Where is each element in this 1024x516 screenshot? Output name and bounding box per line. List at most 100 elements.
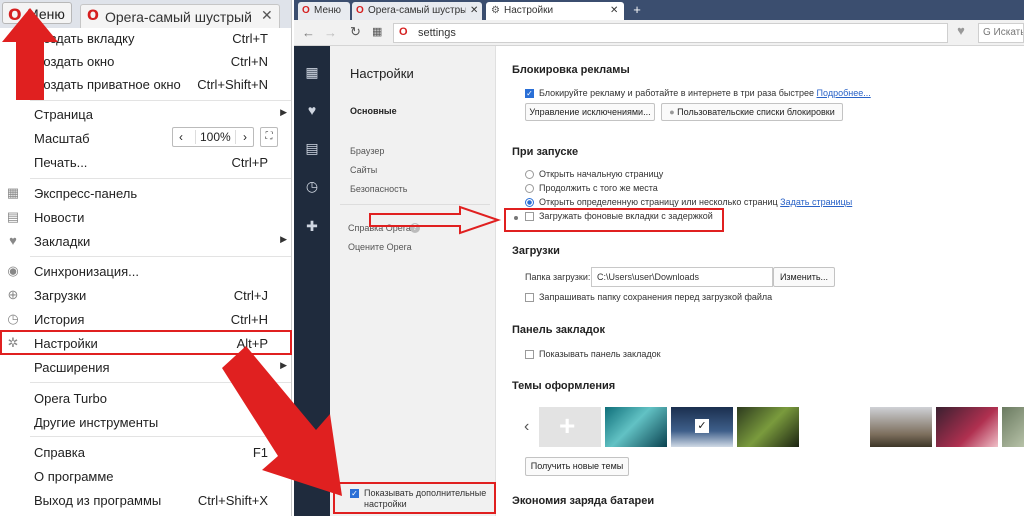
url-text: settings — [418, 27, 456, 39]
checkmark-icon: ✓ — [695, 419, 709, 433]
settings-nav: Настройки Основные Браузер Сайты Безопас… — [330, 46, 496, 516]
left-browser-tab[interactable]: O Opera-самый шустрый и д... ✕ — [80, 4, 280, 28]
adblock-checkbox[interactable]: ✓ — [525, 89, 534, 98]
menu-item-bookmarks[interactable]: ♥ Закладки ▶ — [0, 231, 291, 253]
nav-item-help[interactable]: Справка Opera — [348, 223, 411, 233]
ask-folder-checkbox[interactable] — [525, 293, 534, 302]
menu-separator — [30, 382, 291, 383]
menu-item-shortcut: Ctrl+P — [231, 155, 268, 170]
nav-item-basic[interactable]: Основные — [350, 106, 397, 116]
user-icon: ◉ — [7, 263, 19, 278]
menu-item-sync[interactable]: ◉ Синхронизация... — [0, 261, 291, 283]
menu-item-label: Opera Turbo — [34, 391, 107, 406]
opera-menu-window: O Меню O Opera-самый шустрый и д... ✕ Со… — [0, 0, 292, 516]
zoom-in-icon[interactable]: › — [243, 130, 247, 144]
startup-radio-specific[interactable] — [525, 198, 534, 207]
theme-tile[interactable] — [936, 407, 998, 447]
tab-settings[interactable]: ⚙ Настройки ✕ — [486, 2, 624, 20]
menu-item-downloads[interactable]: ⊕ Загрузки Ctrl+J — [0, 285, 291, 307]
back-icon[interactable]: ← — [302, 25, 315, 40]
url-input[interactable]: O settings — [393, 23, 948, 43]
menu-item-page[interactable]: Страница ▶ — [0, 104, 291, 126]
extensions-puzzle-icon[interactable]: ✚ — [303, 218, 321, 236]
download-folder-input[interactable]: C:\Users\user\Downloads — [591, 267, 773, 287]
custom-block-lists-button[interactable]: ● Пользовательские списки блокировки — [661, 103, 843, 121]
menu-item-help[interactable]: Справка F1 — [0, 442, 291, 464]
opera-menu-button[interactable]: O Меню — [2, 2, 72, 24]
menu-item-exit[interactable]: Выход из программы Ctrl+Shift+X — [0, 490, 291, 512]
theme-tile[interactable] — [1002, 407, 1024, 447]
close-tab-icon[interactable]: ✕ — [261, 7, 273, 24]
menu-item-history[interactable]: ◷ История Ctrl+H — [0, 309, 291, 331]
startup-option-label: Открыть начальную страницу — [539, 169, 664, 179]
startup-radio-home[interactable] — [525, 170, 534, 179]
nav-separator — [340, 204, 490, 205]
menu-item-new-tab[interactable]: Создать вкладку Ctrl+T — [0, 28, 291, 50]
search-input[interactable]: G Искать в G — [978, 23, 1024, 43]
theme-add-tile[interactable]: + — [539, 407, 601, 447]
speed-dial-icon[interactable]: ▦ — [303, 64, 321, 82]
screenshot-root: O Меню O Opera-самый шустрый и д... ✕ Со… — [0, 0, 1024, 516]
theme-tile[interactable] — [605, 407, 667, 447]
help-icon: ? — [410, 223, 420, 233]
menu-item-label: Справка — [34, 445, 85, 460]
menu-item-new-window[interactable]: Создать окно Ctrl+N — [0, 51, 291, 73]
adblock-label: Блокируйте рекламу и работайте в интерне… — [539, 88, 871, 98]
forward-icon[interactable]: → — [324, 25, 337, 40]
menu-item-print[interactable]: Печать... Ctrl+P — [0, 152, 291, 174]
menu-item-label: Новости — [34, 210, 85, 225]
menu-item-extensions[interactable]: Расширения ▶ — [0, 357, 291, 379]
speed-dial-icon[interactable]: ▦ — [372, 25, 382, 38]
startup-option-label: Открыть определенную страницу или нескол… — [539, 197, 853, 207]
menu-item-new-private-window[interactable]: Создать приватное окно Ctrl+Shift+N — [0, 74, 291, 96]
nav-item-browser[interactable]: Браузер — [350, 146, 384, 156]
opera-logo-icon: O — [356, 5, 364, 16]
zoom-out-icon[interactable]: ‹ — [179, 130, 183, 144]
tab-menu[interactable]: O Меню — [298, 2, 350, 20]
menu-item-label: Печать... — [34, 155, 88, 170]
menu-item-other-tools[interactable]: Другие инструменты — [0, 412, 291, 434]
menu-item-news[interactable]: ▤ Новости — [0, 207, 291, 229]
chevron-left-icon[interactable]: ‹ — [524, 418, 529, 436]
startup-radio-continue[interactable] — [525, 184, 534, 193]
zoom-control: ‹ 100% › — [172, 127, 254, 147]
nav-item-rate-opera[interactable]: Оцените Opera — [348, 242, 412, 252]
menu-item-about[interactable]: О программе — [0, 466, 291, 488]
menu-item-shortcut: Ctrl+J — [233, 288, 268, 303]
manage-exceptions-button[interactable]: Управление исключениями... — [525, 103, 655, 121]
menu-item-zoom: Масштаб ‹ 100% › ⛶ — [0, 127, 291, 150]
theme-tile[interactable] — [870, 407, 932, 447]
fullscreen-icon[interactable]: ⛶ — [260, 127, 278, 147]
show-bookmarks-bar-checkbox[interactable] — [525, 350, 534, 359]
heart-icon[interactable]: ♥ — [303, 102, 321, 120]
menu-item-shortcut: Ctrl+T — [232, 31, 268, 46]
tab-opera-page[interactable]: O Opera-самый шустрый и... ✕ — [352, 2, 482, 20]
set-pages-link[interactable]: Задать страницы — [780, 197, 852, 207]
show-bookmarks-bar-label: Показывать панель закладок — [539, 349, 661, 359]
nav-item-security[interactable]: Безопасность — [350, 184, 407, 194]
clock-icon[interactable]: ◷ — [303, 178, 321, 196]
close-tab-icon[interactable]: ✕ — [470, 5, 478, 16]
menu-item-speed-dial[interactable]: ▦ Экспресс-панель — [0, 183, 291, 205]
menu-item-label: Выход из программы — [34, 493, 162, 508]
nav-item-sites[interactable]: Сайты — [350, 165, 377, 175]
reload-icon[interactable]: ↻ — [350, 24, 361, 40]
change-folder-button[interactable]: Изменить... — [773, 267, 835, 287]
opera-logo-icon: O — [399, 26, 408, 38]
menu-item-label: Синхронизация... — [34, 264, 140, 279]
theme-tile[interactable] — [737, 407, 799, 447]
bookmarks-bar-heading: Панель закладок — [512, 324, 605, 336]
close-tab-icon[interactable]: ✕ — [610, 5, 618, 16]
news-icon[interactable]: ▤ — [303, 140, 321, 158]
menu-item-opera-turbo[interactable]: Opera Turbo — [0, 388, 291, 410]
new-tab-icon[interactable]: + — [630, 3, 644, 17]
tab-bar: O Меню O Opera-самый шустрый и... ✕ ⚙ На… — [294, 0, 1024, 20]
adblock-more-link[interactable]: Подробнее... — [817, 88, 871, 98]
startup-heading: При запуске — [512, 146, 579, 158]
menu-item-label: Загрузки — [34, 288, 87, 303]
get-more-themes-button[interactable]: Получить новые темы — [525, 457, 629, 476]
menu-item-label: Страница — [34, 107, 93, 122]
bookmark-heart-icon[interactable]: ♥ — [951, 23, 971, 43]
theme-tile-selected[interactable]: ✓ — [671, 407, 733, 447]
menu-item-label: Расширения — [34, 360, 110, 375]
